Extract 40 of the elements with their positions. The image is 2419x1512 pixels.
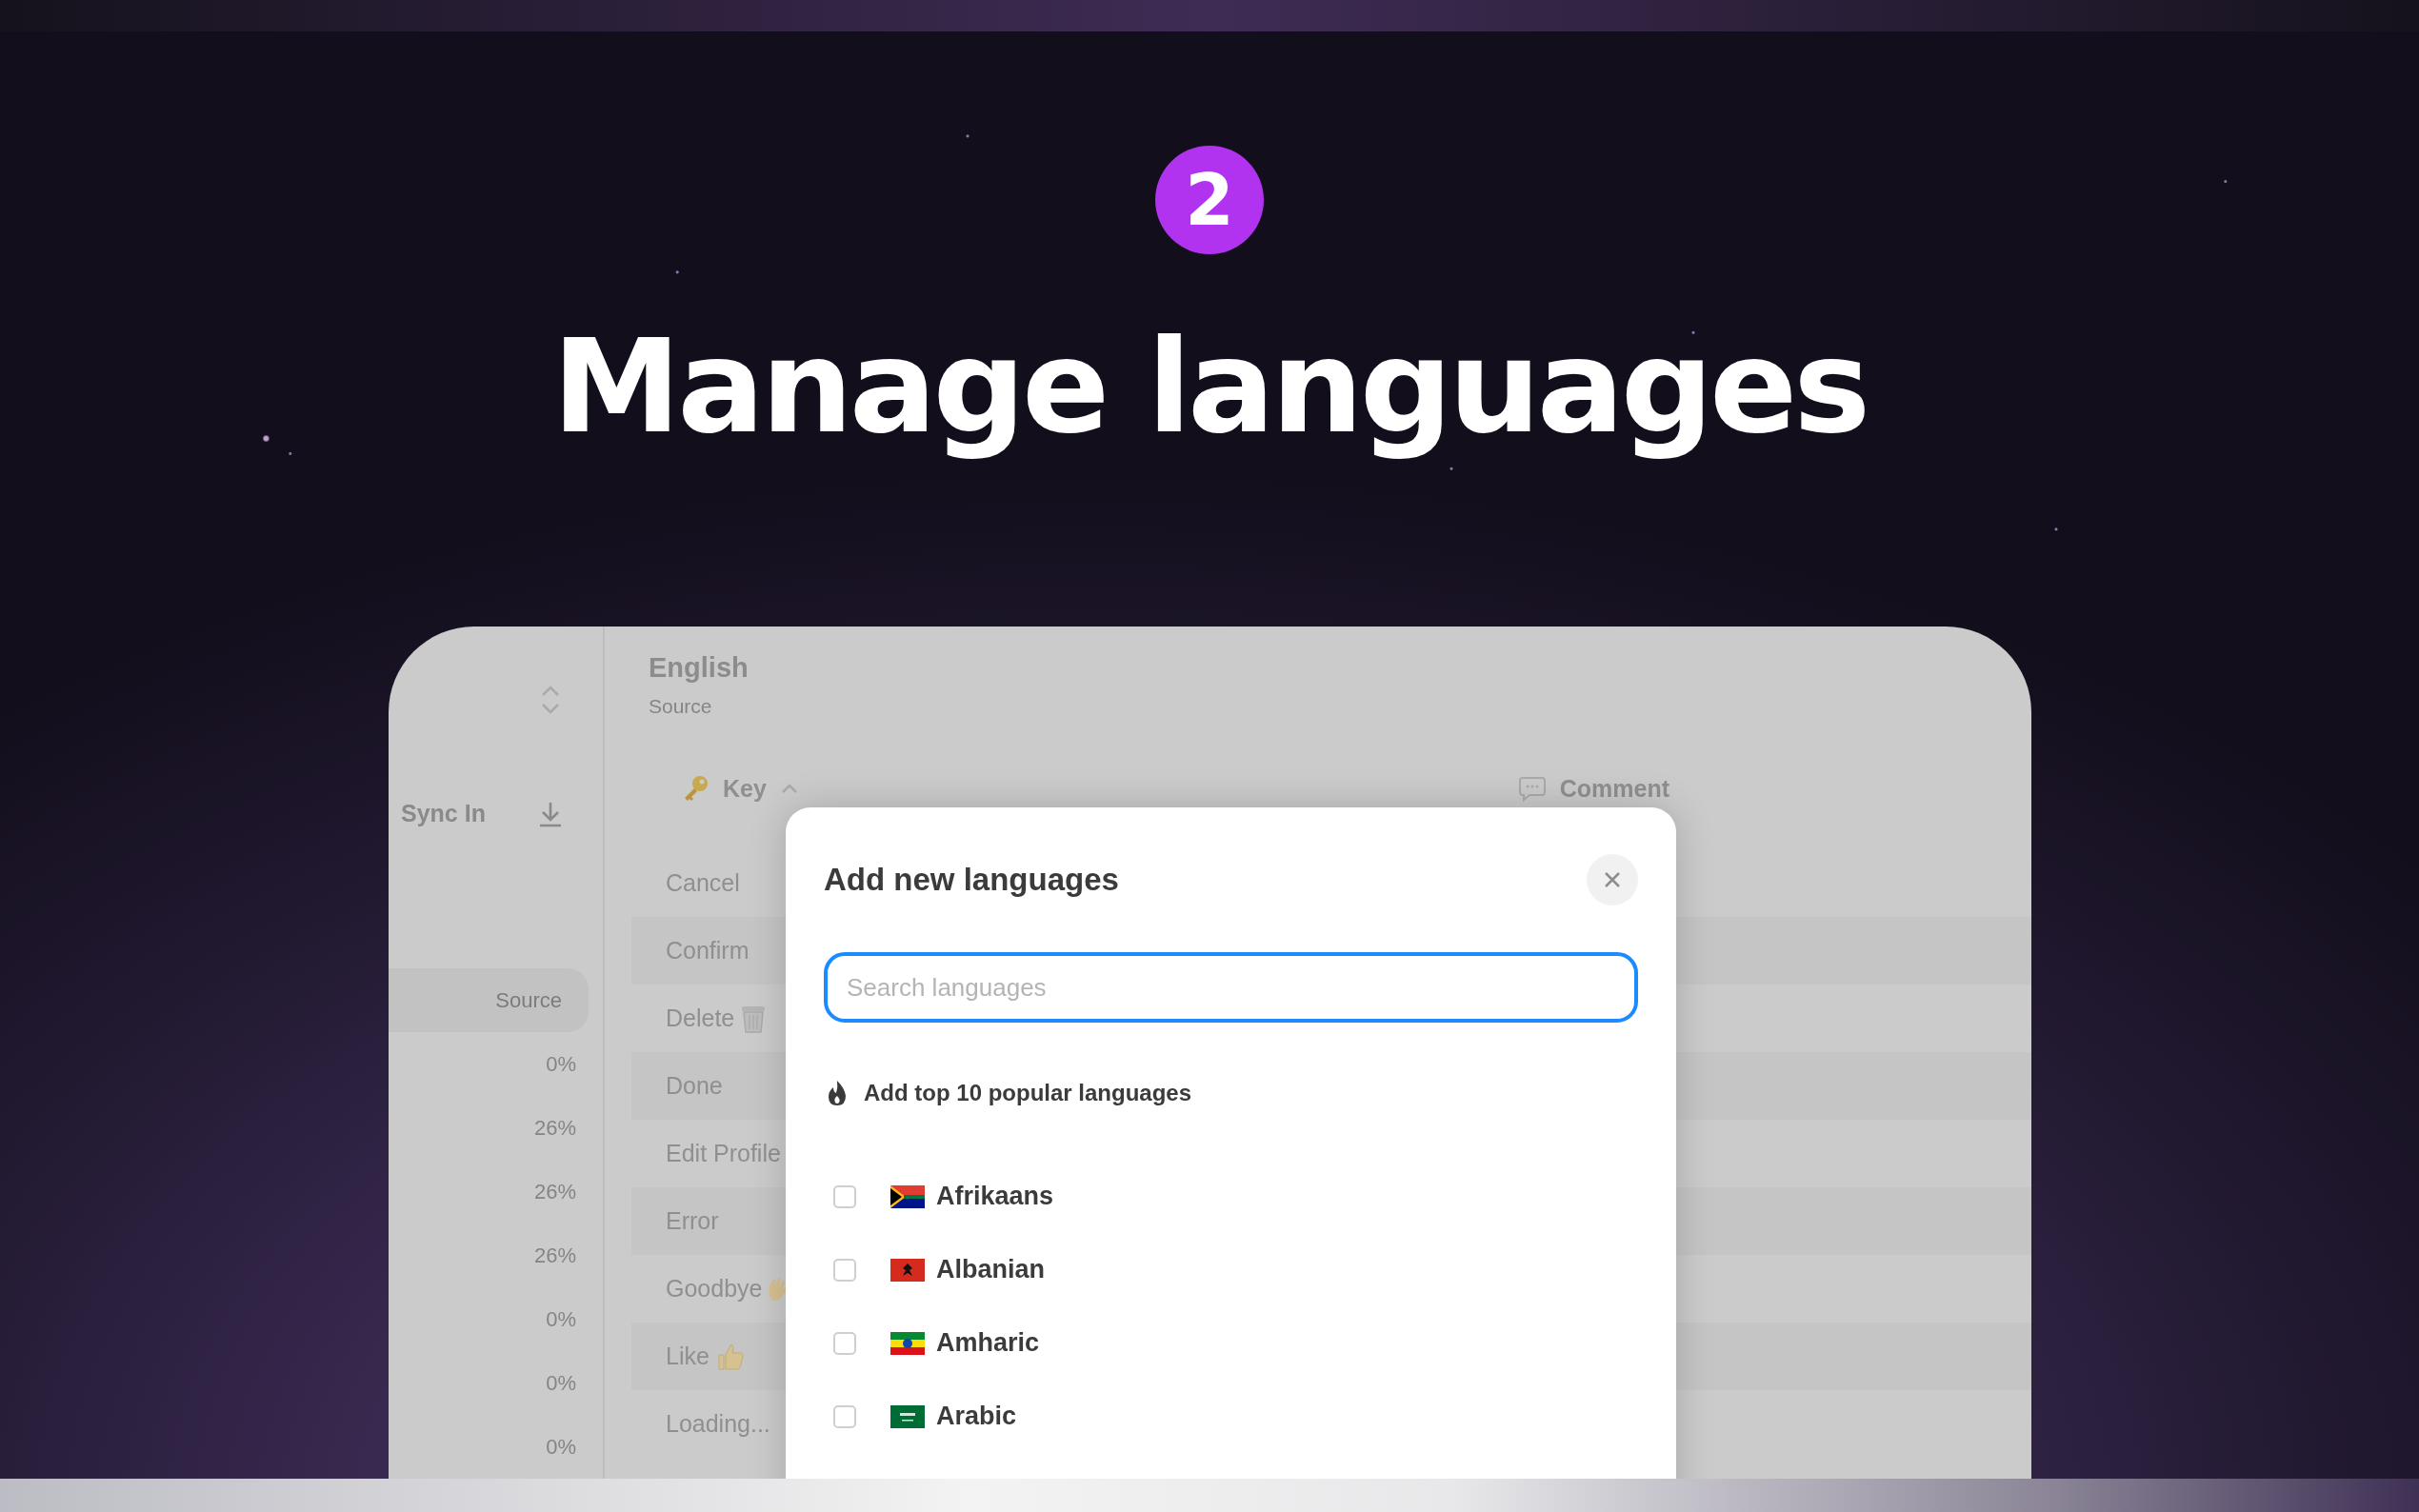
language-progress-item[interactable]: 0% bbox=[389, 1032, 603, 1096]
key-cell[interactable]: Loading... bbox=[666, 1410, 770, 1438]
language-title: English bbox=[649, 652, 750, 684]
search-field[interactable]: Search languages bbox=[824, 952, 1638, 1023]
language-progress-item[interactable]: 0% bbox=[389, 1351, 603, 1415]
headline: Manage languages bbox=[551, 311, 1868, 462]
key-cell[interactable]: Goodbye bbox=[666, 1275, 763, 1303]
language-progress-item[interactable]: 26% bbox=[389, 1224, 603, 1287]
flag-icon bbox=[890, 1258, 925, 1282]
flag-icon bbox=[890, 1404, 925, 1428]
close-icon bbox=[1603, 870, 1622, 889]
column-header[interactable]: Comment bbox=[1559, 774, 1669, 803]
language-name[interactable]: Amharic bbox=[936, 1328, 1040, 1358]
dialog-title: Add new languages bbox=[824, 862, 1119, 898]
comment-icon bbox=[1517, 775, 1547, 802]
key-cell[interactable]: Delete bbox=[666, 1005, 735, 1032]
language-name[interactable]: Afrikaans bbox=[936, 1182, 1054, 1211]
key-cell[interactable]: Cancel bbox=[666, 869, 740, 897]
flame-icon bbox=[826, 1079, 849, 1107]
column-header[interactable]: Key bbox=[723, 774, 767, 803]
add-popular-languages-link[interactable]: Add top 10 popular languages bbox=[864, 1080, 1192, 1106]
checkbox[interactable] bbox=[833, 1404, 856, 1428]
language-subtitle: Source bbox=[649, 695, 713, 718]
download-icon[interactable] bbox=[538, 800, 563, 827]
flag-icon bbox=[890, 1184, 925, 1208]
language-name[interactable]: Albanian bbox=[936, 1255, 1045, 1284]
language-progress-item[interactable]: 26% bbox=[389, 1096, 603, 1160]
step-number-badge: 2 bbox=[1155, 146, 1264, 254]
chevron-updown-icon[interactable] bbox=[540, 684, 561, 716]
language-progress-item[interactable]: 26% bbox=[389, 1160, 603, 1224]
checkbox[interactable] bbox=[833, 1331, 856, 1355]
checkbox[interactable] bbox=[833, 1184, 856, 1208]
language-progress-item[interactable]: Source bbox=[389, 968, 589, 1032]
key-cell[interactable]: Edit Profile bbox=[666, 1140, 781, 1167]
flag-icon bbox=[890, 1331, 925, 1355]
checkbox[interactable] bbox=[833, 1258, 856, 1282]
language-name[interactable]: Arabic bbox=[936, 1402, 1017, 1431]
language-progress-item[interactable]: 0% bbox=[389, 1415, 603, 1479]
sync-in-label[interactable]: Sync In bbox=[401, 800, 486, 827]
language-progress-item[interactable]: 0% bbox=[389, 1287, 603, 1351]
